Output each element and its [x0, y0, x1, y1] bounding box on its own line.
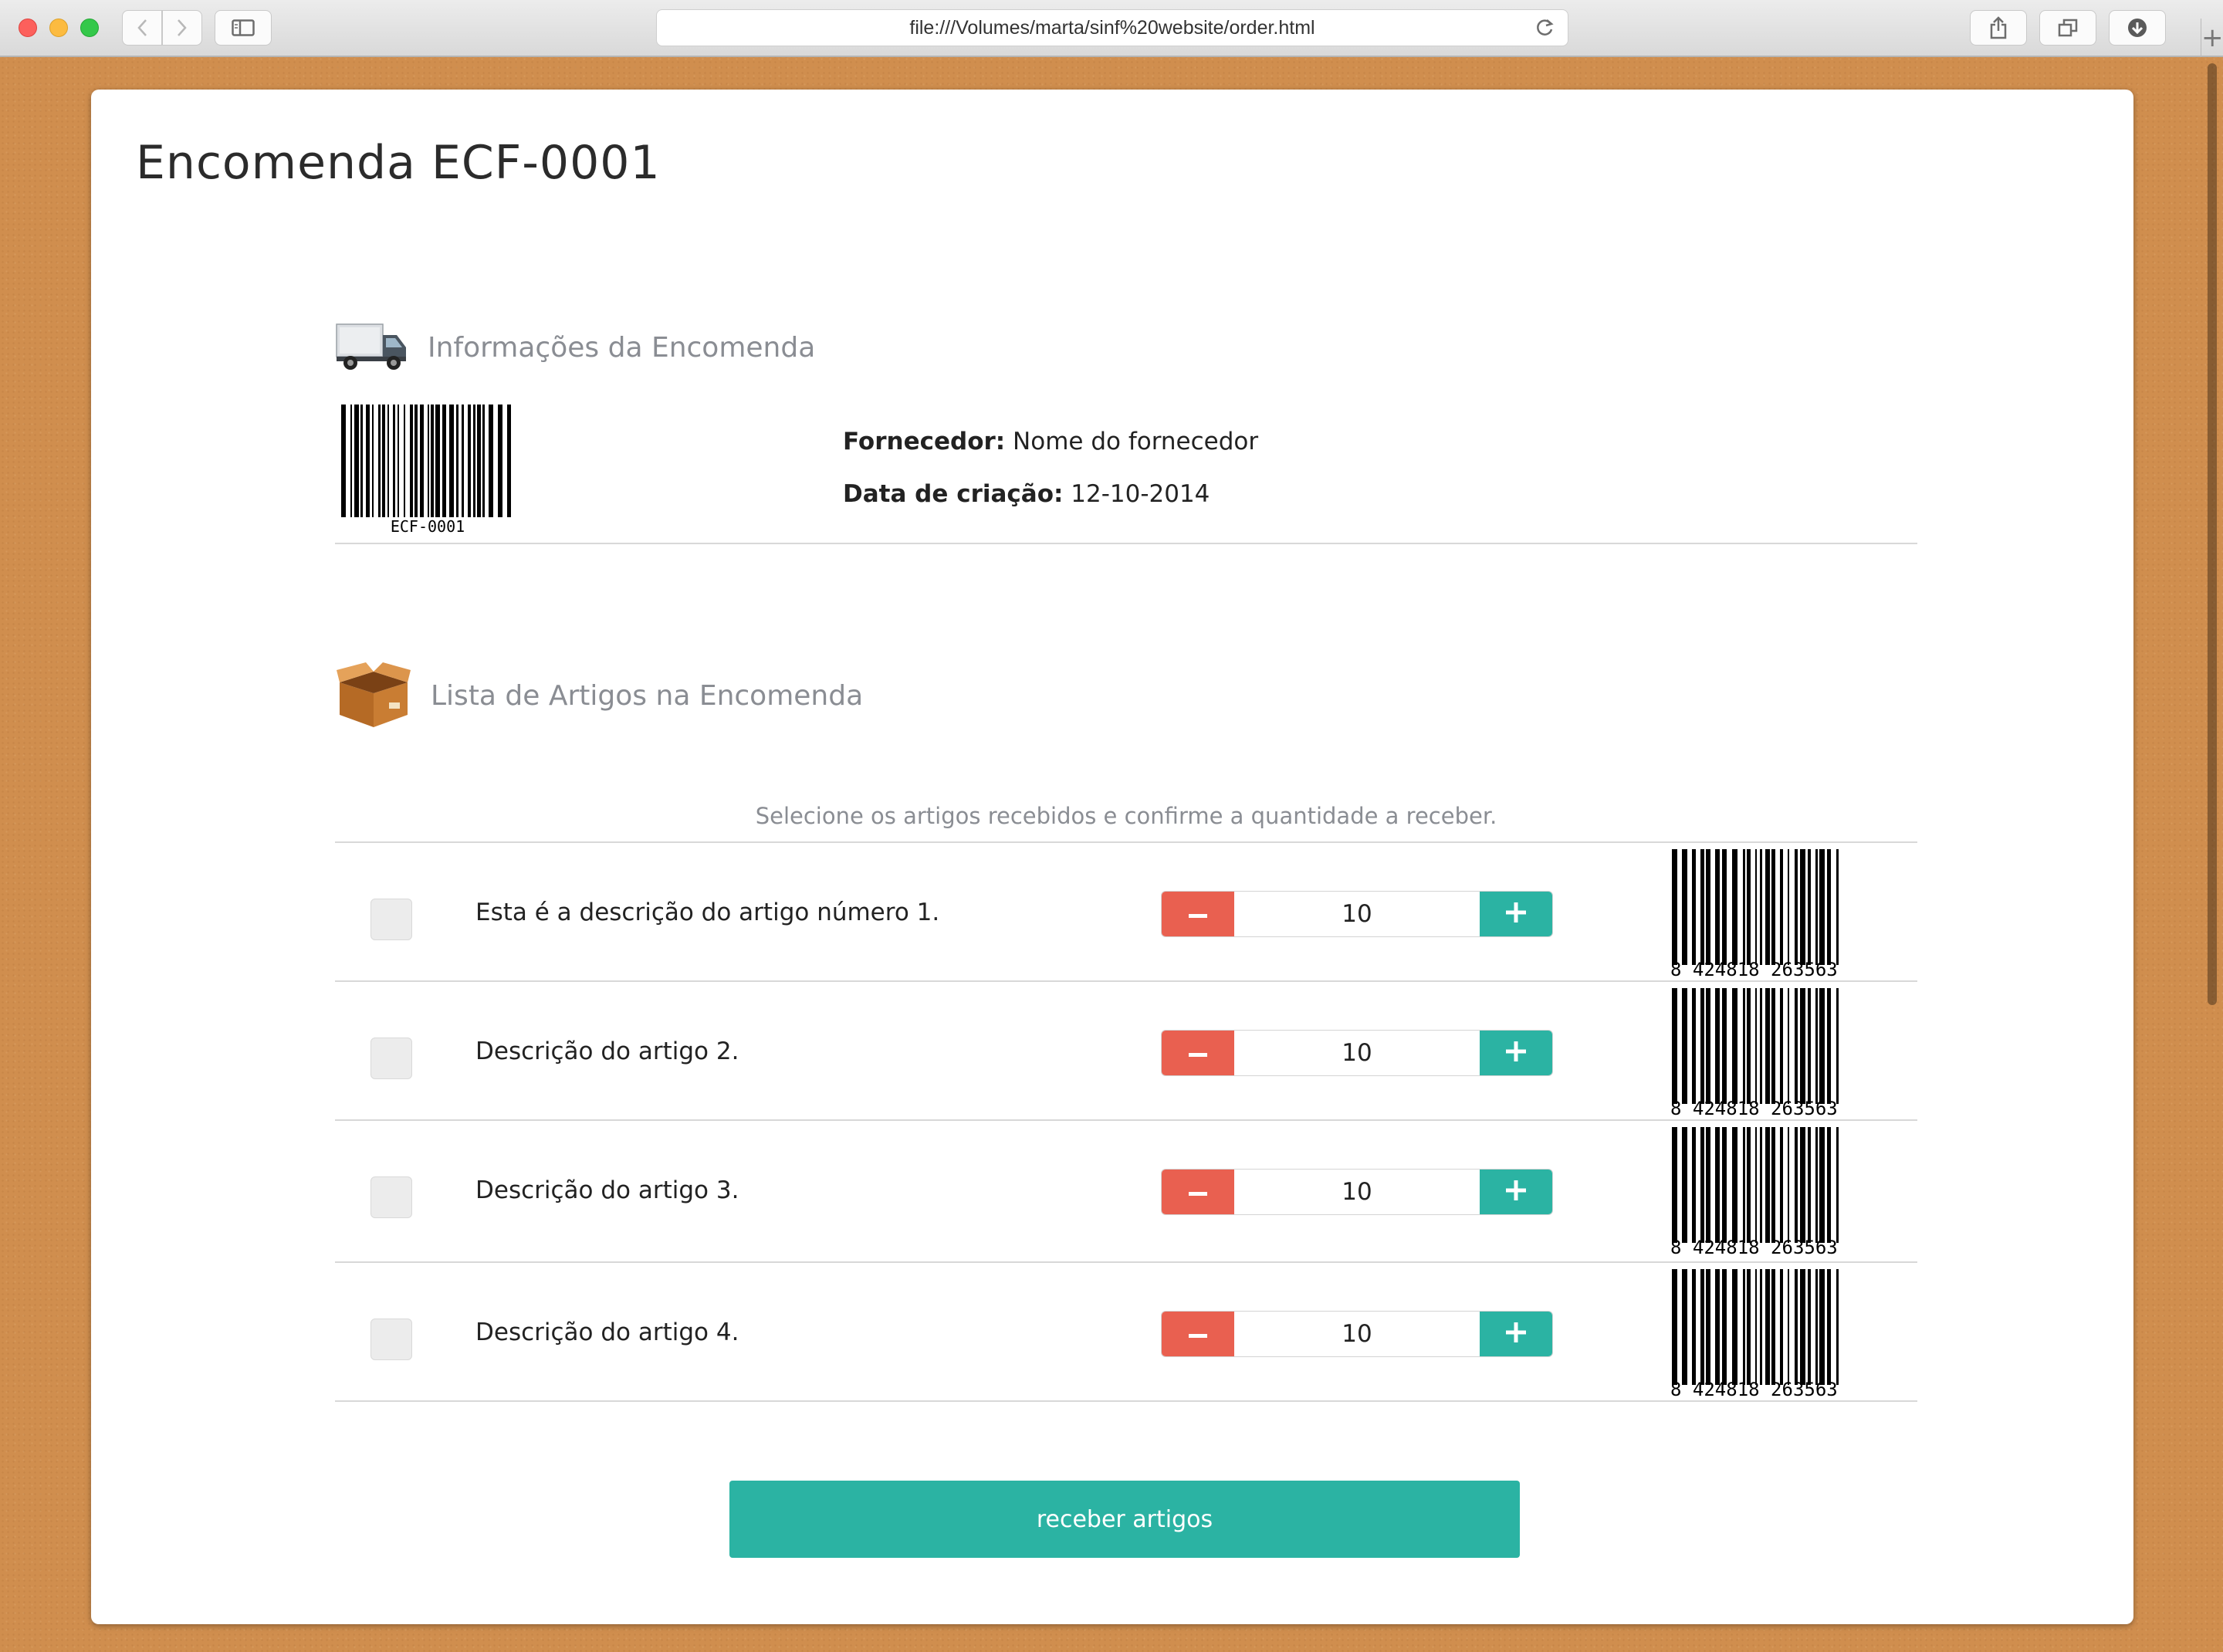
- delivery-truck-icon: [335, 318, 409, 377]
- created-date-label: Data de criação:: [843, 480, 1064, 508]
- items-heading: Lista de Artigos na Encomenda: [431, 679, 864, 712]
- item-row: Esta é a descrição do artigo número 1. 1…: [335, 843, 1917, 982]
- items-header: Lista de Artigos na Encomenda: [335, 659, 863, 732]
- quantity-stepper: 10: [1161, 891, 1553, 937]
- supplier-label: Fornecedor:: [843, 428, 1006, 455]
- close-window-button[interactable]: [19, 19, 37, 37]
- page-title: Encomenda ECF-0001: [136, 136, 661, 190]
- item-barcode-bars: [1672, 1127, 1839, 1243]
- quantity-field[interactable]: 10: [1234, 1312, 1480, 1356]
- downloads-button[interactable]: [2109, 10, 2166, 46]
- share-icon: [1989, 16, 2008, 39]
- url-text[interactable]: file:///Volumes/marta/sinf%20website/ord…: [657, 10, 1568, 46]
- supplier-line: Fornecedor: Nome do fornecedor: [843, 428, 1258, 455]
- minimize-window-button[interactable]: [49, 19, 68, 37]
- order-barcode-bars: [341, 405, 511, 517]
- plus-icon: [1506, 1322, 1526, 1346]
- divider: [335, 1400, 1917, 1402]
- tab-overview-button[interactable]: [2039, 10, 2096, 46]
- decrease-quantity-button[interactable]: [1162, 1170, 1234, 1214]
- plus-icon: [1506, 1041, 1526, 1065]
- item-barcode: 8 424818 263563: [1670, 1269, 1840, 1400]
- minus-icon: [1189, 1046, 1207, 1061]
- item-checkbox[interactable]: [370, 1319, 412, 1360]
- reload-icon[interactable]: [1535, 18, 1555, 41]
- item-checkbox[interactable]: [370, 1176, 412, 1218]
- chevron-left-icon: [137, 19, 147, 37]
- created-date-value: 12-10-2014: [1071, 480, 1210, 508]
- share-button[interactable]: [1970, 10, 2027, 46]
- item-barcode-digits: 8 424818 263563: [1670, 1237, 1838, 1258]
- increase-quantity-button[interactable]: [1480, 1170, 1552, 1214]
- instructions-text: Selecione os artigos recebidos e confirm…: [755, 803, 1497, 829]
- tabs-icon: [2058, 19, 2078, 37]
- minus-icon: [1189, 907, 1207, 922]
- quantity-field[interactable]: 10: [1234, 892, 1480, 936]
- item-checkbox[interactable]: [370, 1038, 412, 1079]
- order-barcode: ECF-0001: [340, 405, 516, 536]
- decrease-quantity-button[interactable]: [1162, 1031, 1234, 1075]
- decrease-quantity-button[interactable]: [1162, 892, 1234, 936]
- quantity-stepper: 10: [1161, 1311, 1553, 1357]
- item-barcode: 8 424818 263563: [1670, 988, 1840, 1119]
- quantity-field[interactable]: 10: [1234, 1170, 1480, 1214]
- order-info-heading: Informações da Encomenda: [428, 331, 816, 364]
- item-checkbox[interactable]: [370, 899, 412, 940]
- chevron-right-icon: [177, 19, 188, 37]
- plus-icon: [1506, 902, 1526, 926]
- sidebar-icon: [232, 19, 255, 36]
- cardboard-box-icon: [335, 659, 412, 732]
- item-description: Descrição do artigo 2.: [475, 1038, 739, 1065]
- zoom-window-button[interactable]: [80, 19, 99, 37]
- quantity-stepper: 10: [1161, 1169, 1553, 1215]
- item-row: Descrição do artigo 3. 10 8 424818 26356…: [335, 1121, 1917, 1260]
- minus-icon: [1189, 1327, 1207, 1342]
- item-barcode-digits: 8 424818 263563: [1670, 959, 1838, 980]
- item-description: Descrição do artigo 4.: [475, 1319, 739, 1346]
- download-icon: [2127, 18, 2147, 38]
- order-card: Encomenda ECF-0001 Informações da Encome…: [91, 90, 2133, 1624]
- plus-icon: [1506, 1180, 1526, 1203]
- item-barcode-bars: [1672, 849, 1839, 965]
- item-barcode: 8 424818 263563: [1670, 849, 1840, 980]
- increase-quantity-button[interactable]: [1480, 892, 1552, 936]
- sidebar-toggle-button[interactable]: [215, 10, 272, 46]
- quantity-field[interactable]: 10: [1234, 1031, 1480, 1075]
- divider: [335, 543, 1917, 544]
- quantity-stepper: 10: [1161, 1030, 1553, 1076]
- receive-items-button[interactable]: receber artigos: [729, 1481, 1520, 1558]
- minus-icon: [1189, 1185, 1207, 1200]
- item-row: Descrição do artigo 2. 10 8 424818 26356…: [335, 982, 1917, 1121]
- item-barcode-digits: 8 424818 263563: [1670, 1098, 1838, 1119]
- created-date-line: Data de criação: 12-10-2014: [843, 480, 1210, 508]
- item-barcode-bars: [1672, 988, 1839, 1104]
- back-button[interactable]: [122, 10, 162, 46]
- browser-toolbar: file:///Volumes/marta/sinf%20website/ord…: [0, 0, 2223, 57]
- item-barcode-digits: 8 424818 263563: [1670, 1379, 1838, 1400]
- order-barcode-caption: ECF-0001: [390, 517, 465, 536]
- address-bar[interactable]: file:///Volumes/marta/sinf%20website/ord…: [656, 9, 1568, 46]
- order-info-header: Informações da Encomenda: [335, 318, 815, 377]
- decrease-quantity-button[interactable]: [1162, 1312, 1234, 1356]
- increase-quantity-button[interactable]: [1480, 1312, 1552, 1356]
- item-description: Descrição do artigo 3.: [475, 1176, 739, 1204]
- scrollbar-thumb[interactable]: [2208, 63, 2217, 1005]
- increase-quantity-button[interactable]: [1480, 1031, 1552, 1075]
- item-barcode-bars: [1672, 1269, 1839, 1385]
- supplier-value: Nome do fornecedor: [1013, 428, 1259, 455]
- item-barcode: 8 424818 263563: [1670, 1127, 1840, 1258]
- item-row: Descrição do artigo 4. 10 8 424818 26356…: [335, 1263, 1917, 1402]
- item-description: Esta é a descrição do artigo número 1.: [475, 899, 940, 926]
- new-tab-button[interactable]: +: [2201, 19, 2223, 57]
- forward-button[interactable]: [162, 10, 202, 46]
